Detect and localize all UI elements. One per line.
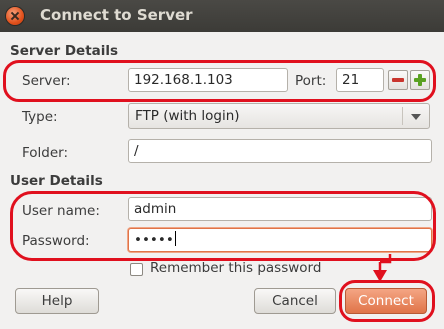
window-titlebar: Connect to Server xyxy=(0,0,444,32)
plus-icon[interactable] xyxy=(410,70,430,90)
chevron-down-icon xyxy=(411,114,421,120)
user-details-heading: User Details xyxy=(10,173,103,189)
folder-label: Folder: xyxy=(22,145,69,161)
cancel-button[interactable]: Cancel xyxy=(254,288,336,314)
remember-password-label[interactable]: Remember this password xyxy=(150,260,321,276)
port-label: Port: xyxy=(295,73,327,89)
window-title: Connect to Server xyxy=(40,6,193,24)
text-cursor xyxy=(174,231,176,246)
server-details-heading: Server Details xyxy=(10,43,119,59)
close-icon[interactable] xyxy=(6,7,24,25)
dropdown-separator xyxy=(402,107,403,125)
arrow-callout-icon xyxy=(373,254,392,282)
help-button[interactable]: Help xyxy=(15,288,99,314)
port-input[interactable]: 21 xyxy=(336,68,384,92)
type-dropdown-value: FTP (with login) xyxy=(135,108,240,124)
password-masked-value: ••••• xyxy=(134,232,174,248)
username-input[interactable]: admin xyxy=(128,197,432,221)
connect-button[interactable]: Connect xyxy=(345,288,427,314)
password-input[interactable]: ••••• xyxy=(128,228,432,252)
type-dropdown[interactable]: FTP (with login) xyxy=(128,103,430,129)
server-input[interactable]: 192.168.1.103 xyxy=(128,68,288,92)
password-label: Password: xyxy=(22,233,90,249)
type-label: Type: xyxy=(22,109,58,125)
username-label: User name: xyxy=(22,203,100,219)
server-label: Server: xyxy=(22,73,71,89)
minus-icon[interactable] xyxy=(388,70,408,90)
folder-input[interactable]: / xyxy=(128,139,432,163)
remember-password-checkbox[interactable] xyxy=(130,263,143,276)
